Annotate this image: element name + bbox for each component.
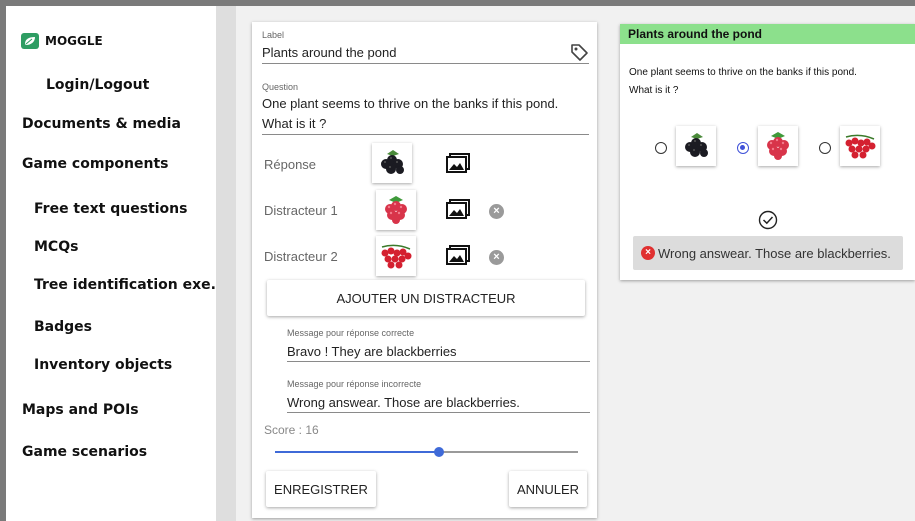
preview-question-line-1: One plant seems to thrive on the banks i…: [629, 67, 857, 78]
option-3-radio[interactable]: [819, 142, 831, 154]
question-caption: Question: [262, 82, 299, 92]
option-3-image[interactable]: [840, 126, 880, 166]
incorrect-message-underline: [287, 412, 590, 413]
picture-icon[interactable]: [445, 152, 471, 174]
preview-question: One plant seems to thrive on the banks i…: [629, 64, 909, 100]
error-feedback: × Wrong answear. Those are blackberries.: [633, 236, 903, 270]
raspberry-image: [385, 196, 407, 224]
option-1-radio[interactable]: [655, 142, 667, 154]
nav-login-logout[interactable]: Login/Logout: [46, 77, 149, 93]
score-slider-fill: [275, 451, 439, 453]
error-icon: ×: [641, 246, 655, 260]
cancel-button[interactable]: ANNULER: [509, 471, 587, 507]
distractor-1-label: Distracteur 1: [264, 203, 338, 218]
preview-title: Plants around the pond: [620, 24, 915, 44]
incorrect-message-caption: Message pour réponse incorrecte: [287, 379, 422, 389]
delete-distractor-2-icon[interactable]: ×: [489, 250, 504, 265]
label-input[interactable]: Plants around the pond: [262, 45, 396, 60]
sidebar-gutter: [216, 6, 236, 521]
nav-documents-media[interactable]: Documents & media: [22, 116, 181, 132]
score-label: Score : 16: [264, 423, 319, 437]
label-underline: [262, 63, 589, 64]
picture-icon[interactable]: [445, 244, 471, 266]
incorrect-message-input[interactable]: Wrong answear. Those are blackberries.: [287, 395, 520, 410]
delete-distractor-1-icon[interactable]: ×: [489, 204, 504, 219]
nav-free-text-questions[interactable]: Free text questions: [34, 201, 187, 217]
answer-thumbnail[interactable]: [372, 143, 412, 183]
mcq-edit-form: Label Plants around the pond Question On…: [252, 22, 597, 518]
blackberry-image: [685, 133, 708, 157]
blackberry-image: [381, 150, 404, 174]
nav-game-components[interactable]: Game components: [22, 156, 169, 172]
tag-icon[interactable]: [569, 42, 589, 62]
app-name: MOGGLE: [45, 34, 103, 48]
score-slider-thumb[interactable]: [433, 447, 444, 457]
distractor-2-thumbnail[interactable]: [376, 236, 416, 276]
raspberry-image: [767, 132, 789, 160]
redcurrant-image: [845, 134, 876, 159]
add-distractor-button[interactable]: AJOUTER UN DISTRACTEUR: [267, 280, 585, 316]
distractor-2-label: Distracteur 2: [264, 249, 338, 264]
save-button[interactable]: ENREGISTRER: [266, 471, 376, 507]
picture-icon[interactable]: [445, 198, 471, 220]
question-line-1[interactable]: One plant seems to thrive on the banks i…: [262, 96, 558, 111]
option-2-radio[interactable]: [737, 142, 749, 154]
nav-mcqs[interactable]: MCQs: [34, 239, 78, 255]
error-message: Wrong answear. Those are blackberries.: [658, 245, 891, 261]
preview-question-line-2: What is it ?: [629, 85, 679, 96]
leaf-logo-icon: [21, 33, 39, 49]
app-logo[interactable]: MOGGLE: [21, 33, 103, 49]
option-1-image[interactable]: [676, 126, 716, 166]
checkmark-icon[interactable]: [758, 210, 778, 230]
option-2-image[interactable]: [758, 126, 798, 166]
nav-game-scenarios[interactable]: Game scenarios: [22, 444, 147, 460]
correct-message-caption: Message pour réponse correcte: [287, 328, 415, 338]
correct-message-underline: [287, 361, 590, 362]
question-line-2[interactable]: What is it ?: [262, 116, 326, 131]
correct-message-input[interactable]: Bravo ! They are blackberries: [287, 344, 457, 359]
answer-label: Réponse: [264, 157, 317, 172]
nav-badges[interactable]: Badges: [34, 319, 92, 335]
sidebar: MOGGLE Login/Logout Documents & media Ga…: [6, 6, 216, 521]
question-underline: [262, 134, 589, 135]
label-caption: Label: [262, 30, 285, 40]
redcurrant-image: [381, 244, 412, 269]
nav-maps-pois[interactable]: Maps and POIs: [22, 402, 139, 418]
distractor-1-thumbnail[interactable]: [376, 190, 416, 230]
nav-inventory-objects[interactable]: Inventory objects: [34, 357, 172, 373]
nav-tree-identification[interactable]: Tree identification exe.: [34, 277, 216, 293]
